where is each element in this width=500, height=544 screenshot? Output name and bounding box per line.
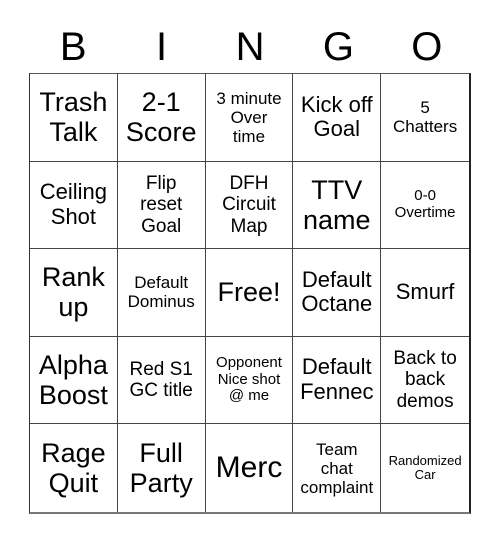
- cell-text: Red S1 GC title: [129, 358, 193, 402]
- cell-text: Ceiling Shot: [39, 179, 108, 229]
- bingo-cell-0-0-overtime[interactable]: 0-0 Overtime: [381, 162, 469, 250]
- header-letter-g: G: [322, 25, 354, 69]
- cell-text: 2-1 Score: [125, 87, 197, 148]
- cell-text: Rage Quit: [41, 437, 106, 499]
- bingo-cell-dfh-circuit-map[interactable]: DFH Circuit Map: [205, 161, 294, 250]
- bingo-cell-default-fennec[interactable]: Default Fennec: [293, 336, 382, 425]
- cell-text: Rank up: [41, 262, 105, 323]
- header-letter-n: N: [235, 25, 265, 69]
- bingo-cell-ceiling-shot[interactable]: Ceiling Shot: [30, 161, 118, 250]
- bingo-cell-default-dominus[interactable]: Default Dominus: [117, 249, 206, 337]
- bingo-cell-flip-reset-goal[interactable]: Flip reset Goal: [117, 161, 206, 250]
- bingo-cell-default-octane[interactable]: Default Octane: [293, 249, 382, 337]
- bingo-cell-merc[interactable]: Merc: [206, 424, 294, 512]
- header-letter-b: B: [59, 25, 87, 69]
- cell-text: TTV name: [303, 174, 371, 235]
- bingo-cell-3-minute-overtime[interactable]: 3 minute Over time: [205, 74, 294, 162]
- bingo-cell-2-1-score[interactable]: 2-1 Score: [117, 74, 206, 162]
- bingo-cell-kick-off-goal[interactable]: Kick off Goal: [293, 74, 382, 162]
- cell-text: Smurf: [395, 279, 455, 305]
- cell-text: Back to back demos: [393, 348, 457, 412]
- cell-text: Trash Talk: [39, 87, 108, 148]
- bingo-cell-alpha-boost[interactable]: Alpha Boost: [30, 336, 118, 425]
- cell-text: DFH Circuit Map: [222, 172, 276, 237]
- bingo-cell-team-chat-complaint[interactable]: Team chat complaint: [293, 424, 382, 512]
- cell-text: Randomized Car: [388, 452, 462, 483]
- bingo-cell-red-s1-gc-title[interactable]: Red S1 GC title: [117, 336, 206, 425]
- header-letter-o: O: [411, 25, 443, 69]
- cell-text: 5 Chatters: [392, 98, 458, 137]
- bingo-cell-smurf[interactable]: Smurf: [381, 249, 469, 337]
- bingo-cell-rage-quit[interactable]: Rage Quit: [30, 424, 118, 512]
- bingo-cell-full-party[interactable]: Full Party: [118, 424, 206, 512]
- header-letter-i: I: [156, 25, 168, 69]
- cell-text: Merc: [215, 451, 283, 485]
- cell-text: Default Octane: [301, 266, 373, 317]
- bingo-cell-trash-talk[interactable]: Trash Talk: [30, 74, 118, 162]
- bingo-cell-randomized-car[interactable]: Randomized Car: [381, 424, 469, 512]
- cell-text: Opponent Nice shot @ me: [216, 353, 282, 405]
- cell-text: 3 minute Over time: [216, 88, 282, 146]
- cell-text: Default Fennec: [300, 354, 374, 405]
- bingo-board: Trash Talk 2-1 Score 3 minute Over time …: [29, 73, 471, 514]
- cell-text: Free!: [217, 277, 281, 308]
- bingo-cell-5-chatters[interactable]: 5 Chatters: [381, 74, 469, 162]
- cell-text: Team chat complaint: [300, 439, 374, 497]
- bingo-cell-free[interactable]: Free!: [205, 249, 294, 337]
- bingo-cell-back-to-back-demos[interactable]: Back to back demos: [381, 337, 469, 425]
- bingo-header: B I N G O: [29, 22, 471, 72]
- cell-text: Alpha Boost: [38, 349, 108, 411]
- bingo-cell-opponent-nice-shot[interactable]: Opponent Nice shot @ me: [205, 336, 294, 425]
- cell-text: 0-0 Overtime: [394, 187, 456, 221]
- cell-text: Kick off Goal: [300, 91, 373, 142]
- cell-text: Default Dominus: [127, 273, 195, 312]
- bingo-cell-rank-up[interactable]: Rank up: [30, 249, 118, 337]
- cell-text: Flip reset Goal: [140, 172, 183, 237]
- bingo-cell-ttv-name[interactable]: TTV name: [293, 161, 382, 250]
- cell-text: Full Party: [129, 437, 193, 499]
